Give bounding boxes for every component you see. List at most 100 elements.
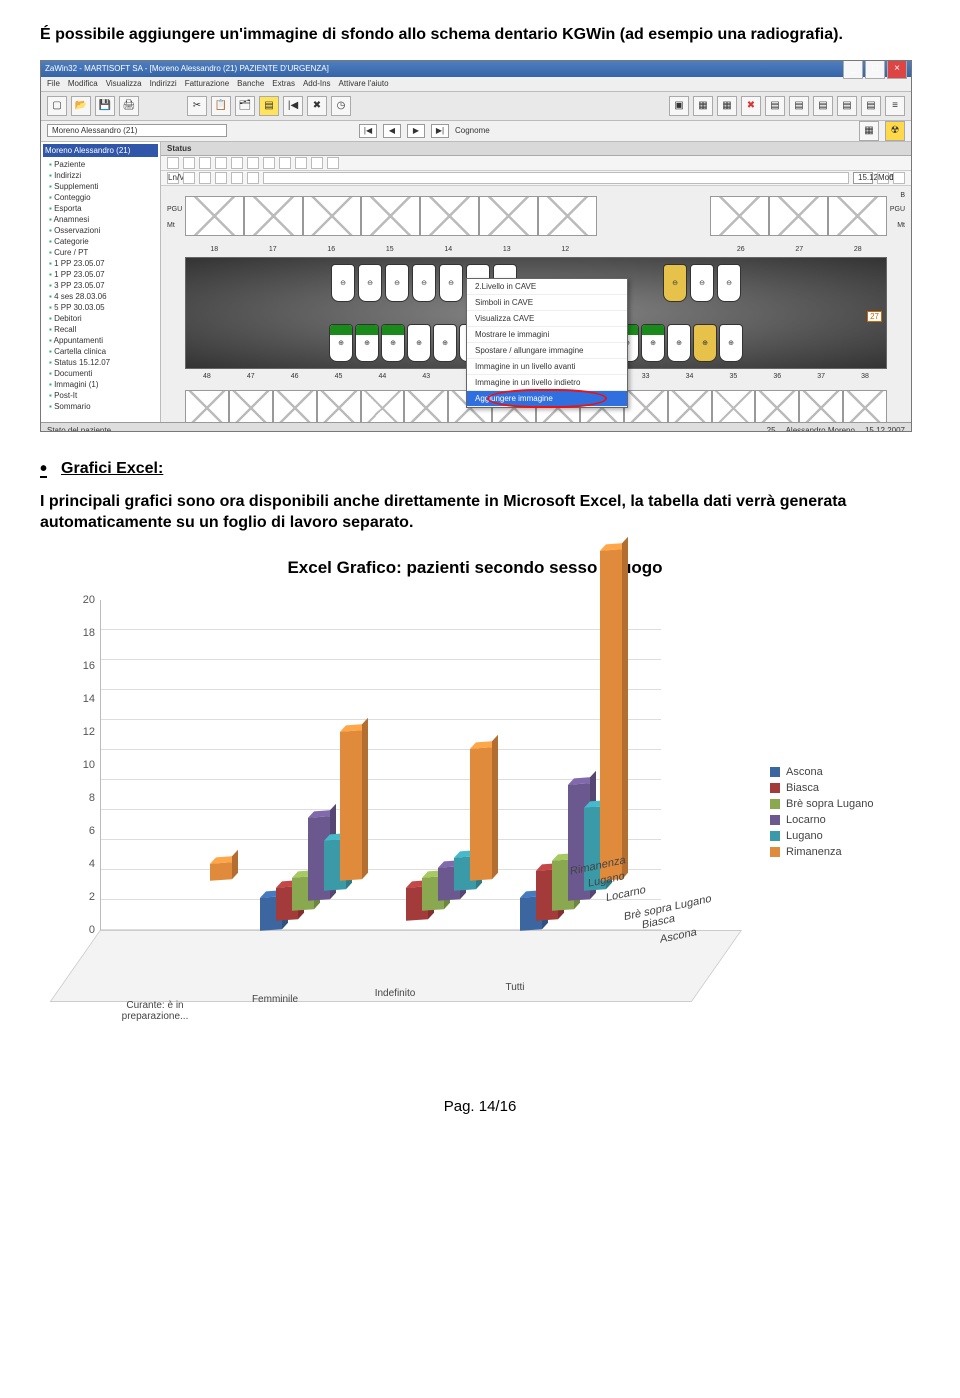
tooth-icon[interactable]: ⊖ [439,264,463,302]
context-menu-item-highlighted[interactable]: Aggiungere immagine [467,391,627,407]
status-tab[interactable]: Status [161,142,911,156]
grid2-icon[interactable]: ▦ [717,96,737,116]
folder-icon[interactable]: 🗂 [235,96,255,116]
tree-item[interactable]: Appuntamenti [49,335,158,346]
grid-icon[interactable]: ▦ [693,96,713,116]
tool-icon[interactable] [199,172,211,184]
tool-icon[interactable] [327,157,339,169]
tree-item[interactable]: Post-It [49,390,158,401]
tooth-icon[interactable]: ⊕ [719,324,743,362]
menu-item[interactable]: Add-Ins [303,79,331,88]
tree-item[interactable]: Documenti [49,368,158,379]
tree-item[interactable]: Sommario [49,401,158,412]
paste-icon[interactable]: 📋 [211,96,231,116]
tree-item[interactable]: 5 PP 30.03.05 [49,302,158,313]
tree-item[interactable]: Cure / PT [49,247,158,258]
grid-toggle-icon[interactable]: ▦ [859,121,879,141]
clock-icon[interactable]: ◷ [331,96,351,116]
tree-item[interactable]: Supplementi [49,181,158,192]
date-input[interactable]: 15.12.2007 [853,172,873,184]
tooth-icon[interactable]: ⊕ [381,324,405,362]
tree-item[interactable]: Status 15.12.07 [49,357,158,368]
status-toolbar-2[interactable]: Ln/Ve 15.12.2007 Modi [161,171,911,186]
tool-icon[interactable] [231,172,243,184]
nav-prev-icon[interactable]: ◀ [383,124,401,138]
context-menu[interactable]: 2.Livello in CAVESimboli in CAVEVisualiz… [466,278,628,408]
tool-icon[interactable] [199,157,211,169]
tooth-gold-icon[interactable]: ⊖ [663,264,687,302]
tool-icon[interactable] [215,172,227,184]
tree-item[interactable]: Osservazioni [49,225,158,236]
tool-icon[interactable] [231,157,243,169]
tooth-icon[interactable]: ⊕ [407,324,431,362]
tooth-icon[interactable]: ⊕ [641,324,665,362]
tooth-icon[interactable]: ⊖ [690,264,714,302]
tool-icon[interactable] [183,172,195,184]
patient-combo[interactable]: Moreno Alessandro (21) [47,124,227,137]
tree-item[interactable]: Indirizzi [49,170,158,181]
close-icon[interactable]: × [887,60,907,79]
tree-item[interactable]: 1 PP 23.05.07 [49,269,158,280]
tooth-icon[interactable]: ⊖ [331,264,355,302]
context-menu-item[interactable]: Simboli in CAVE [467,295,627,311]
tool-icon[interactable] [279,157,291,169]
context-menu-item[interactable]: Spostare / allungare immagine [467,343,627,359]
menu-item[interactable]: Modifica [68,79,98,88]
context-menu-item[interactable]: 2.Livello in CAVE [467,279,627,295]
nav-next-icon[interactable]: ▶ [407,124,425,138]
maximize-icon[interactable]: □ [865,60,885,79]
save-icon[interactable]: 💾 [95,96,115,116]
book-icon[interactable]: ▣ [669,96,689,116]
extra3-icon[interactable]: ▤ [861,96,881,116]
tooth-icon[interactable]: ⊖ [412,264,436,302]
export-icon[interactable]: ▤ [789,96,809,116]
tooth-icon[interactable]: ⊖ [717,264,741,302]
chart-icon[interactable]: ▤ [765,96,785,116]
print-icon[interactable]: 🖨 [119,96,139,116]
open-icon[interactable]: 📂 [71,96,91,116]
context-menu-item[interactable]: Visualizza CAVE [467,311,627,327]
menu-item[interactable]: Attivare l'aiuto [339,79,389,88]
menu-item[interactable]: Visualizza [106,79,142,88]
list-icon[interactable]: ≡ [885,96,905,116]
context-menu-item[interactable]: Immagine in un livello avanti [467,359,627,375]
tool-icon[interactable] [295,157,307,169]
menu-item[interactable]: Indirizzi [150,79,177,88]
tree-item[interactable]: 4 ses 28.03.06 [49,291,158,302]
tooth-gold-icon[interactable]: ⊕ [693,324,717,362]
tool-icon[interactable] [167,157,179,169]
new-icon[interactable]: ▢ [47,96,67,116]
context-menu-item[interactable]: Mostrare le immagini [467,327,627,343]
note-icon[interactable]: ▤ [259,96,279,116]
status-toolbar[interactable] [161,156,911,171]
menu-item[interactable]: Banche [237,79,264,88]
tooth-icon[interactable]: ⊕ [329,324,353,362]
menu-item[interactable]: Fatturazione [185,79,229,88]
radiation-icon[interactable]: ☢ [885,121,905,141]
tree-item[interactable]: Esporta [49,203,158,214]
tool-icon[interactable] [893,172,905,184]
tool-icon[interactable] [247,157,259,169]
tree-item[interactable]: Debitori [49,313,158,324]
tool-icon[interactable] [183,157,195,169]
tool-icon[interactable] [263,157,275,169]
nav-toolbar[interactable]: Moreno Alessandro (21) |◀ ◀ ▶ ▶| Cognome… [41,121,911,142]
tree-item[interactable]: Paziente [49,159,158,170]
first-icon[interactable]: |◀ [283,96,303,116]
tooth-icon[interactable]: ⊕ [355,324,379,362]
x-icon[interactable]: ✖ [741,96,761,116]
tool-icon[interactable] [247,172,259,184]
tree-item[interactable]: Conteggio [49,192,158,203]
nav-last-icon[interactable]: ▶| [431,124,449,138]
extra2-icon[interactable]: ▤ [837,96,857,116]
tooth-icon[interactable]: ⊖ [385,264,409,302]
sidebar-tree[interactable]: Moreno Alessandro (21) PazienteIndirizzi… [41,142,161,422]
tree-item[interactable]: Categorie [49,236,158,247]
tree-item[interactable]: 3 PP 23.05.07 [49,280,158,291]
tool-icon[interactable] [311,157,323,169]
menu-bar[interactable]: File Modifica Visualizza Indirizzi Fattu… [41,77,911,92]
tree-item[interactable]: 1 PP 23.05.07 [49,258,158,269]
minimize-icon[interactable]: _ [843,60,863,79]
window-controls[interactable]: _ □ × [843,60,907,79]
menu-item[interactable]: File [47,79,60,88]
